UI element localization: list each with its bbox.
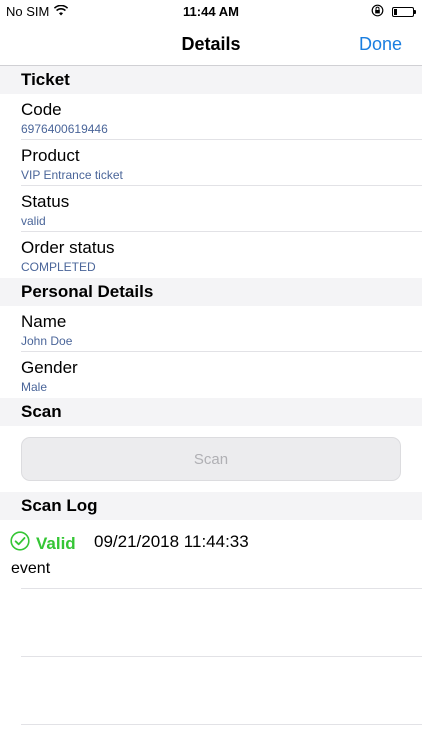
section-header-scan: Scan: [0, 398, 422, 426]
order-status-label: Order status: [21, 238, 115, 257]
row-status: Status valid: [21, 186, 422, 232]
product-value: VIP Entrance ticket: [21, 168, 123, 182]
check-circle-icon: [10, 531, 30, 556]
list-divider: [21, 724, 422, 725]
row-product: Product VIP Entrance ticket: [21, 140, 422, 186]
status-label: Status: [21, 192, 70, 211]
code-label: Code: [21, 100, 62, 119]
log-status: Valid: [10, 531, 76, 556]
row-code: Code 6976400619446: [21, 94, 422, 140]
list-divider: [21, 588, 422, 589]
navigation-bar: Details Done: [0, 22, 422, 66]
section-header-scan-log: Scan Log: [0, 492, 422, 520]
row-name: Name John Doe: [21, 306, 422, 352]
code-value: 6976400619446: [21, 122, 108, 136]
status-time: 11:44 AM: [183, 4, 239, 19]
log-timestamp: 09/21/2018 11:44:33: [94, 532, 249, 551]
section-header-personal-details: Personal Details: [0, 278, 422, 306]
row-gender: Gender Male: [21, 352, 422, 398]
log-status-label: Valid: [36, 533, 76, 553]
log-event: event: [11, 560, 51, 577]
battery-tip: [414, 10, 416, 14]
gender-value: Male: [21, 380, 48, 394]
gender-label: Gender: [21, 358, 78, 377]
name-value: John Doe: [21, 334, 73, 348]
battery-fill: [394, 9, 397, 15]
status-bar: No SIM 11:44 AM: [0, 0, 422, 22]
row-order-status: Order status COMPLETED: [21, 232, 422, 278]
status-value: valid: [21, 214, 46, 228]
orientation-lock-icon: [371, 4, 384, 20]
done-button[interactable]: Done: [359, 34, 402, 55]
status-right: [371, 4, 416, 20]
scan-button[interactable]: Scan: [21, 437, 401, 481]
order-status-value: COMPLETED: [21, 260, 96, 274]
section-header-ticket: Ticket: [0, 66, 422, 94]
scan-log-entry: Valid 09/21/2018 11:44:33 event: [0, 520, 422, 588]
product-label: Product: [21, 146, 80, 165]
battery-icon: [392, 7, 416, 17]
name-label: Name: [21, 312, 67, 331]
list-divider: [21, 656, 422, 657]
